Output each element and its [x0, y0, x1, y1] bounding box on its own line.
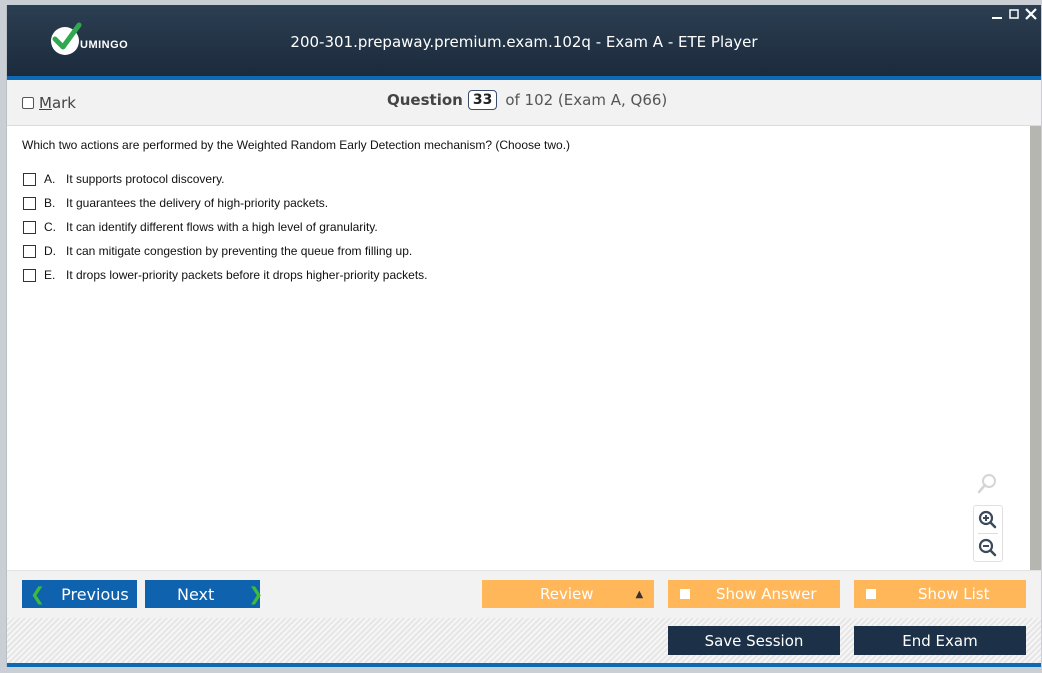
option-checkbox[interactable]	[23, 220, 36, 234]
review-button[interactable]: Review ▲	[482, 580, 654, 608]
app-window: UMINGO 200-301.prepaway.premium.exam.102…	[6, 5, 1041, 667]
question-label: Question	[387, 91, 463, 109]
chevron-right-icon: ❯	[248, 583, 264, 605]
bottom-accent-line	[7, 663, 1041, 667]
show-answer-checkbox[interactable]	[680, 589, 690, 599]
maximize-icon	[1009, 9, 1019, 19]
option-checkbox[interactable]	[23, 196, 36, 210]
zoom-tools	[969, 473, 1005, 562]
answer-option-c[interactable]: C. It can identify different flows with …	[23, 215, 427, 239]
option-checkbox[interactable]	[23, 244, 36, 258]
option-letter: D.	[44, 244, 56, 258]
option-text: It guarantees the delivery of high-prior…	[66, 196, 329, 210]
option-letter: A.	[44, 172, 56, 186]
zoom-out-button[interactable]	[974, 534, 1002, 561]
question-text: Which two actions are performed by the W…	[22, 138, 571, 152]
close-icon	[1025, 8, 1037, 20]
answer-option-e[interactable]: E. It drops lower-priority packets befor…	[23, 263, 427, 287]
caret-up-icon: ▲	[635, 588, 644, 600]
review-label: Review	[540, 585, 594, 603]
scrollbar[interactable]	[1030, 126, 1041, 570]
next-label: Next	[177, 584, 215, 604]
option-text: It supports protocol discovery.	[66, 172, 225, 186]
previous-button[interactable]: ❮ Previous	[22, 580, 137, 608]
window-title: 200-301.prepaway.premium.exam.102q - Exa…	[290, 33, 758, 51]
option-letter: B.	[44, 196, 56, 210]
show-answer-label: Show Answer	[716, 585, 817, 603]
zoom-in-button[interactable]	[974, 506, 1002, 533]
question-content: Which two actions are performed by the W…	[7, 126, 1030, 570]
answer-option-b[interactable]: B. It guarantees the delivery of high-pr…	[23, 191, 427, 215]
minimize-button[interactable]	[991, 7, 1003, 21]
show-list-checkbox[interactable]	[866, 589, 876, 599]
zoom-out-icon	[978, 538, 997, 556]
footer: Save Session End Exam	[7, 618, 1041, 663]
question-total: of 102 (Exam A, Q66)	[505, 91, 668, 109]
maximize-button[interactable]	[1008, 7, 1020, 21]
question-counter: Question 33 of 102 (Exam A, Q66)	[387, 90, 667, 110]
question-bar: Mark Question 33 of 102 (Exam A, Q66)	[7, 80, 1041, 126]
option-letter: E.	[44, 268, 56, 282]
option-letter: C.	[44, 220, 56, 234]
answer-option-d[interactable]: D. It can mitigate congestion by prevent…	[23, 239, 427, 263]
answer-option-a[interactable]: A. It supports protocol discovery.	[23, 167, 427, 191]
close-button[interactable]	[1025, 7, 1037, 21]
zoom-in-icon	[978, 510, 997, 528]
mark-label: ark	[51, 94, 76, 112]
show-list-toggle[interactable]: Show List	[854, 580, 1026, 608]
option-text: It drops lower-priority packets before i…	[66, 268, 428, 282]
previous-label: Previous	[61, 584, 129, 604]
save-session-button[interactable]: Save Session	[668, 626, 840, 655]
search-button[interactable]	[969, 473, 1005, 501]
next-button[interactable]: Next ❯	[145, 580, 264, 608]
option-text: It can mitigate congestion by preventing…	[66, 244, 413, 258]
end-exam-button[interactable]: End Exam	[854, 626, 1026, 655]
mark-checkbox[interactable]: Mark	[22, 94, 76, 112]
option-text: It can identify different flows with a h…	[66, 220, 378, 234]
option-checkbox[interactable]	[23, 172, 36, 186]
answer-options: A. It supports protocol discovery. B. It…	[23, 167, 427, 287]
minimize-icon	[992, 17, 1002, 19]
chevron-left-icon: ❮	[30, 583, 46, 605]
mark-checkbox-box[interactable]	[22, 97, 34, 109]
show-answer-toggle[interactable]: Show Answer	[668, 580, 840, 608]
question-number-input[interactable]: 33	[467, 90, 498, 110]
navigation-bar: ❮ Previous Next ❯ Review ▲ Show Answer S…	[7, 570, 1041, 619]
show-list-label: Show List	[918, 585, 990, 603]
mark-label-accesskey: M	[39, 94, 52, 112]
search-icon	[977, 474, 996, 494]
option-checkbox[interactable]	[23, 268, 36, 282]
title-bar: UMINGO 200-301.prepaway.premium.exam.102…	[7, 5, 1041, 80]
